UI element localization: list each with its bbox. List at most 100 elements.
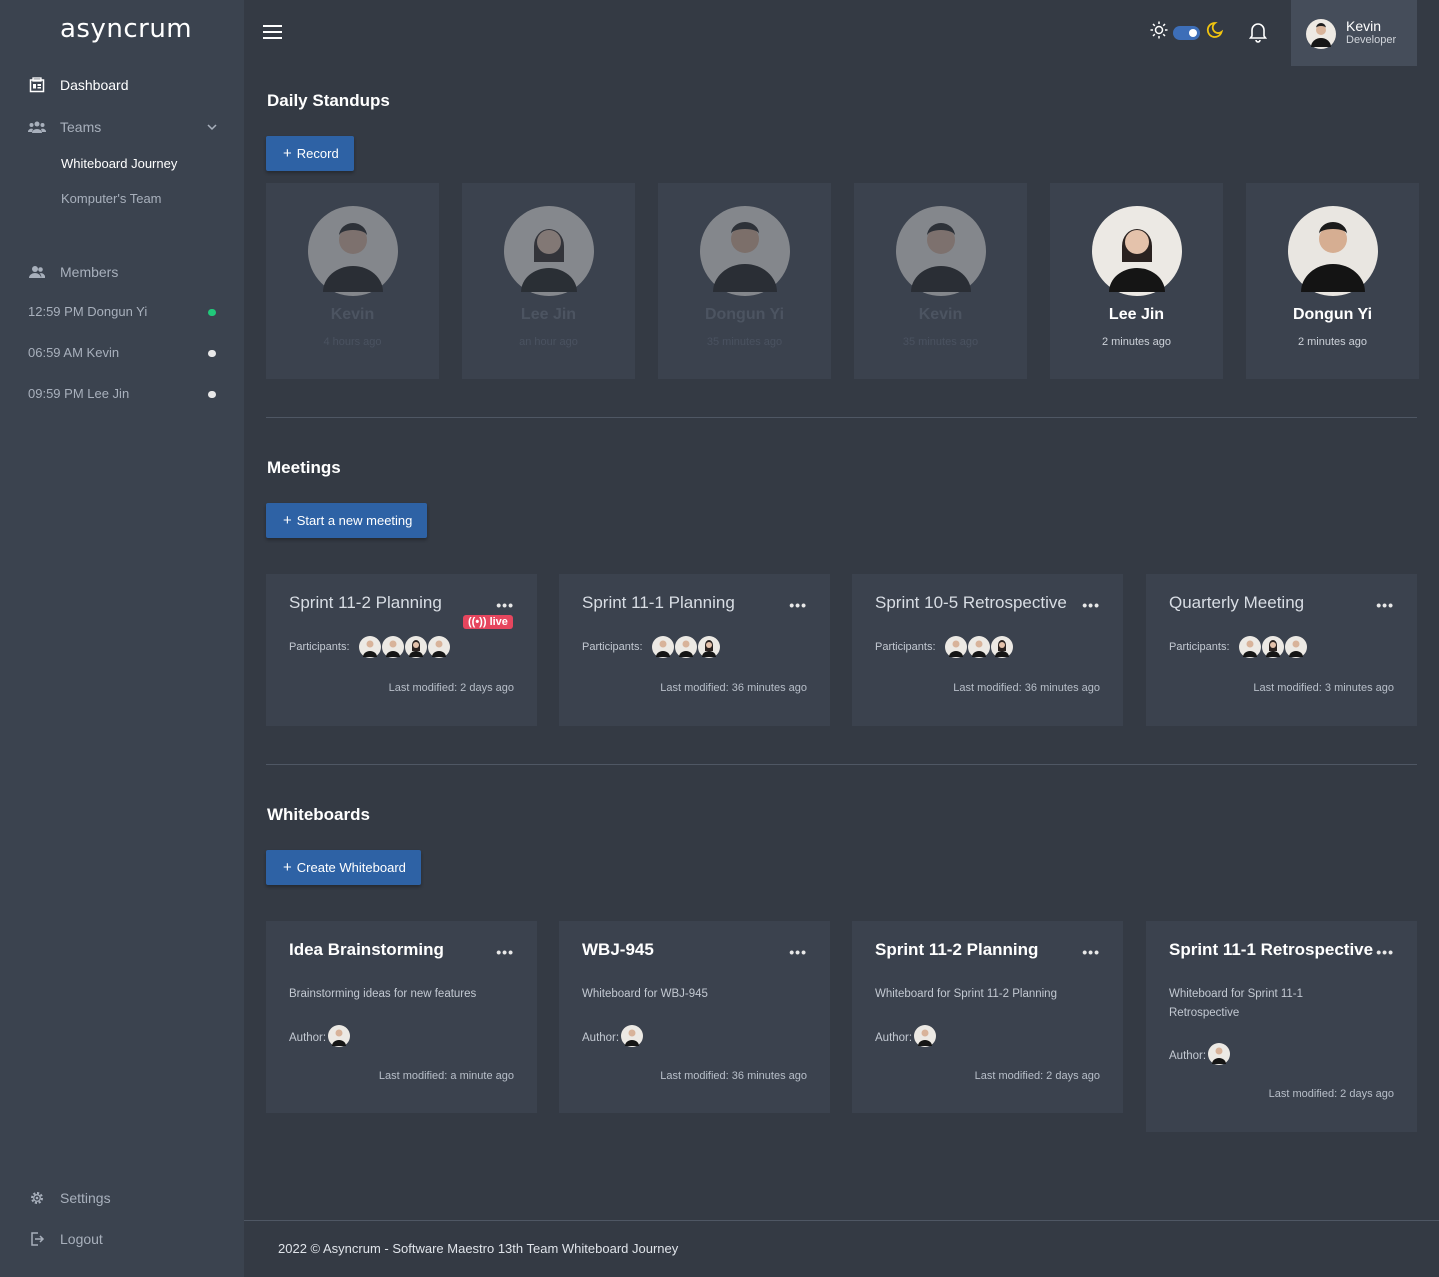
standup-card[interactable]: Dongun Yi 2 minutes ago <box>1246 183 1419 379</box>
avatar <box>1288 206 1378 301</box>
standup-card[interactable]: Kevin 4 hours ago <box>266 183 439 379</box>
participants-label: Participants: <box>289 641 350 653</box>
standup-author: Kevin <box>330 306 375 323</box>
standup-card[interactable]: Dongun Yi 35 minutes ago <box>658 183 831 379</box>
standup-author: Lee Jin <box>520 306 577 323</box>
standup-time: 4 hours ago <box>323 336 382 348</box>
participant-avatars <box>945 636 1014 663</box>
sidebar-item-settings[interactable]: Settings <box>28 1189 111 1207</box>
standup-author: Lee Jin <box>1108 306 1165 323</box>
whiteboard-card[interactable]: Sprint 11-1 Retrospective ••• Whiteboard… <box>1146 921 1417 1132</box>
standup-card[interactable]: Lee Jin an hour ago <box>462 183 635 379</box>
avatar <box>405 636 427 663</box>
last-modified: Last modified: 36 minutes ago <box>660 1070 807 1082</box>
whiteboard-card[interactable]: Sprint 11-2 Planning ••• Whiteboard for … <box>852 921 1123 1113</box>
member-label: 12:59 PM Dongun Yi <box>28 304 148 319</box>
section-title-meetings: Meetings <box>267 458 341 477</box>
meeting-card[interactable]: Sprint 11-2 Planning ••• ((•)) live Part… <box>266 574 537 726</box>
last-modified: Last modified: 36 minutes ago <box>953 682 1100 694</box>
participants-label: Participants: <box>875 641 936 653</box>
avatar <box>700 206 790 301</box>
whiteboard-description: Whiteboard for Sprint 11-1 Retrospective <box>1169 988 1304 1019</box>
chevron-down-icon[interactable] <box>206 120 218 136</box>
create-whiteboard-button[interactable]: + Create Whiteboard <box>266 850 421 885</box>
standup-author: Dongun Yi <box>1292 306 1373 323</box>
broadcast-icon: ((•)) <box>468 616 490 628</box>
menu-toggle-icon[interactable] <box>263 25 282 40</box>
whiteboard-description: Whiteboard for Sprint 11-2 Planning <box>875 988 1057 1000</box>
sidebar-item-logout[interactable]: Logout <box>28 1230 103 1248</box>
meeting-card[interactable]: Sprint 10-5 Retrospective ••• Participan… <box>852 574 1123 726</box>
standup-time: 35 minutes ago <box>902 336 979 348</box>
status-away-indicator <box>208 391 216 398</box>
sidebar-team-komputers-team[interactable]: Komputer's Team <box>61 191 162 206</box>
user-name: Kevin <box>1346 18 1382 34</box>
dashboard-icon <box>28 76 46 94</box>
record-button[interactable]: + Record <box>266 136 354 171</box>
more-options-icon[interactable]: ••• <box>789 597 807 613</box>
whiteboard-card[interactable]: Idea Brainstorming ••• Brainstorming ide… <box>266 921 537 1113</box>
sidebar-item-dashboard[interactable]: Dashboard <box>28 76 129 94</box>
avatar <box>652 636 674 663</box>
last-modified: Last modified: 2 days ago <box>388 682 514 694</box>
footer: 2022 © Asyncrum - Software Maestro 13th … <box>244 1220 1439 1277</box>
sidebar: asyncrum Dashboard Teams Whiteboard Jour… <box>0 0 244 1277</box>
app-logo[interactable]: asyncrum <box>60 14 192 44</box>
start-meeting-button[interactable]: + Start a new meeting <box>266 503 428 538</box>
author: Author: <box>875 1025 937 1050</box>
standup-card[interactable]: Kevin 35 minutes ago <box>854 183 1027 379</box>
avatar <box>991 636 1013 663</box>
plus-icon: + <box>283 859 292 876</box>
button-label: Create Whiteboard <box>296 860 406 875</box>
avatar <box>675 636 697 663</box>
section-title-whiteboards: Whiteboards <box>267 805 370 824</box>
more-options-icon[interactable]: ••• <box>496 597 514 613</box>
more-options-icon[interactable]: ••• <box>1376 597 1394 613</box>
member-label: 09:59 PM Lee Jin <box>28 386 130 401</box>
more-options-icon[interactable]: ••• <box>1082 944 1100 960</box>
member-row[interactable]: 12:59 PM Dongun Yi <box>28 304 218 319</box>
avatar <box>968 636 990 663</box>
avatar <box>1306 19 1336 54</box>
more-options-icon[interactable]: ••• <box>789 944 807 960</box>
sidebar-team-whiteboard-journey[interactable]: Whiteboard Journey <box>61 156 177 171</box>
author-label: Author: <box>1169 1049 1207 1062</box>
member-row[interactable]: 09:59 PM Lee Jin <box>28 386 218 401</box>
last-modified: Last modified: 2 days ago <box>1268 1088 1394 1100</box>
button-label: Record <box>296 146 339 161</box>
meeting-title: Sprint 10-5 Retrospective <box>875 593 1067 612</box>
whiteboard-card[interactable]: WBJ-945 ••• Whiteboard for WBJ-945 Autho… <box>559 921 830 1113</box>
standup-card[interactable]: Lee Jin 2 minutes ago <box>1050 183 1223 379</box>
logout-icon <box>28 1230 46 1248</box>
more-options-icon[interactable]: ••• <box>1082 597 1100 613</box>
avatar <box>621 1025 644 1050</box>
footer-text: 2022 © Asyncrum - Software Maestro 13th … <box>278 1241 679 1256</box>
avatar <box>1239 636 1261 663</box>
more-options-icon[interactable]: ••• <box>496 944 514 960</box>
avatar <box>914 1025 937 1050</box>
whiteboard-title: Sprint 11-1 Retrospective <box>1169 940 1374 959</box>
status-away-indicator <box>208 350 216 357</box>
theme-switch[interactable] <box>1150 21 1224 44</box>
notification-bell-icon[interactable] <box>1248 21 1268 48</box>
meeting-card[interactable]: Quarterly Meeting ••• Participants: Last… <box>1146 574 1417 726</box>
last-modified: Last modified: 3 minutes ago <box>1253 682 1394 694</box>
more-options-icon[interactable]: ••• <box>1376 944 1394 960</box>
avatar <box>896 206 986 301</box>
standup-author: Dongun Yi <box>704 306 785 323</box>
member-label: 06:59 AM Kevin <box>28 345 120 360</box>
avatar <box>698 636 720 663</box>
sidebar-item-teams[interactable]: Teams <box>28 118 218 136</box>
member-row[interactable]: 06:59 AM Kevin <box>28 345 218 360</box>
members-icon <box>28 263 46 281</box>
participant-avatars <box>359 636 451 663</box>
live-badge: ((•)) live <box>463 615 513 629</box>
author-label: Author: <box>289 1031 327 1044</box>
user-role: Developer <box>1346 34 1397 46</box>
theme-toggle[interactable] <box>1173 25 1200 40</box>
avatar <box>382 636 404 663</box>
meeting-card[interactable]: Sprint 11-1 Planning ••• Participants: L… <box>559 574 830 726</box>
user-menu[interactable]: Kevin Developer <box>1291 0 1417 66</box>
last-modified: Last modified: 36 minutes ago <box>660 682 807 694</box>
sidebar-item-members[interactable]: Members <box>28 263 118 281</box>
